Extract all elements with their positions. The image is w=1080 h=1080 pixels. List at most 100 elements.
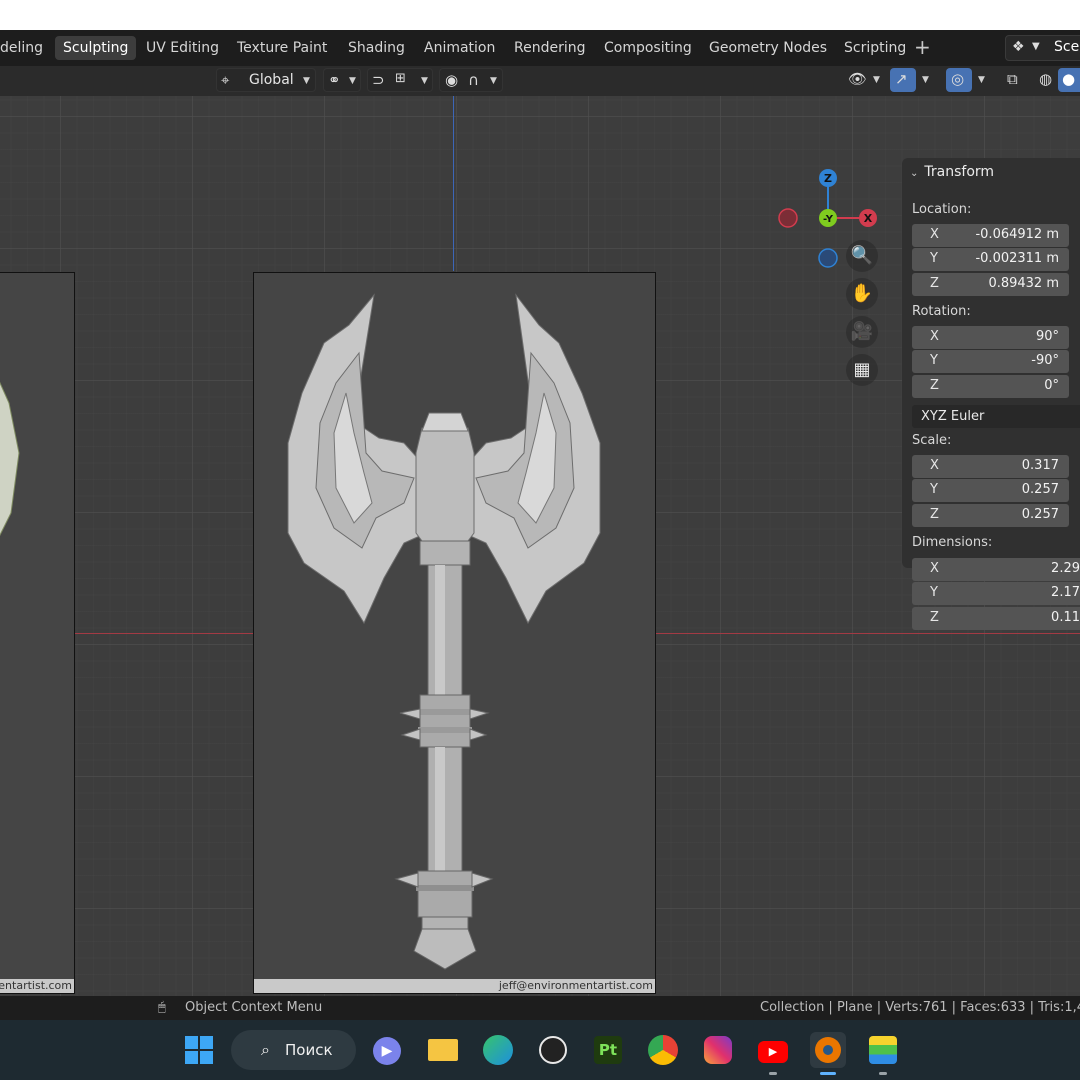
visibility-dropdown[interactable]: 👁 ▼ (845, 68, 885, 92)
solid-shading-button[interactable]: ● (1058, 68, 1080, 92)
falloff-curve-icon[interactable]: ∩ (468, 71, 479, 89)
blender-window: deling Sculpting UV Editing Texture Pain… (0, 30, 1080, 1080)
dimensions-label: Dimensions: (912, 535, 993, 550)
snap-magnet-icon[interactable]: ⊃ (372, 71, 385, 89)
scale-y-field[interactable]: Y 0.257 (912, 479, 1069, 502)
transform-title: Transform (924, 164, 995, 180)
location-x-field[interactable]: X -0.064912 m (912, 224, 1069, 247)
axis-label: X (930, 329, 939, 344)
windows-start-icon[interactable] (181, 1032, 217, 1068)
tab-modeling[interactable]: deling (0, 36, 51, 60)
status-hint: Object Context Menu (185, 1000, 323, 1015)
xray-icon: ⧉ (1007, 70, 1018, 88)
axis-label: Z (930, 507, 939, 522)
eye-icon: 👁 (848, 70, 868, 88)
search-icon: ⌕ (261, 1040, 270, 1059)
pan-hand-icon[interactable]: ✋ (846, 278, 878, 310)
watermark-left: entartist.com (0, 979, 74, 993)
pivot-point-dropdown[interactable]: ⚭ ▼ (323, 68, 361, 92)
xray-toggle-button[interactable]: ⧉ (1002, 68, 1028, 92)
reference-image-plane-main[interactable]: jeff@environmentartist.com (253, 272, 656, 994)
file-explorer-icon[interactable] (425, 1032, 461, 1068)
orientation-icon: ⌖ (221, 71, 230, 89)
dimensions-z-value: 0.11 (1051, 610, 1080, 625)
3d-viewport[interactable]: entartist.com jeff@environmentartist.com… (0, 96, 1080, 996)
location-y-field[interactable]: Y -0.002311 m (912, 248, 1069, 271)
scale-z-field[interactable]: Z 0.257 (912, 504, 1069, 527)
gizmo-y-label: -Y (823, 214, 834, 225)
wireframe-sphere-icon: ◍ (1039, 70, 1053, 88)
location-z-field[interactable]: Z 0.89432 m (912, 273, 1069, 296)
scene-icon: ❖ (1012, 39, 1025, 55)
overlays-options-chevron[interactable]: ▼ (978, 75, 985, 85)
photoshop-icon[interactable]: Pt (590, 1032, 626, 1068)
axis-label: Y (930, 482, 938, 497)
mouse-right-icon: 🖱 (158, 1000, 166, 1015)
location-y-value: -0.002311 m (975, 251, 1059, 266)
add-workspace-button[interactable]: + (914, 35, 931, 59)
wireframe-shading-button[interactable]: ◍ (1034, 68, 1060, 92)
gizmo-icon: ↗ (895, 70, 908, 88)
bluestacks-running-indicator (879, 1072, 887, 1075)
tab-shading[interactable]: Shading (340, 36, 413, 60)
obs-studio-icon[interactable] (535, 1032, 571, 1068)
blender-icon[interactable] (810, 1032, 846, 1068)
pivot-icon: ⚭ (328, 71, 341, 89)
rotation-z-value: 0° (1044, 378, 1059, 393)
rotation-y-field[interactable]: Y -90° (912, 350, 1069, 373)
snapping-group[interactable]: ⊃ ⊞ ▼ (367, 68, 433, 92)
transform-sidebar: ⌄ Transform Location: X -0.064912 m Y -0.00… (902, 158, 1080, 568)
transform-panel-header[interactable]: ⌄ Transform (910, 164, 994, 180)
location-x-value: -0.064912 m (975, 227, 1059, 242)
tab-geometry-nodes[interactable]: Geometry Nodes (701, 36, 835, 60)
axis-label: Y (930, 585, 938, 600)
tab-rendering[interactable]: Rendering (506, 36, 594, 60)
youtube-icon[interactable]: ▶ (755, 1032, 791, 1068)
scene-selector[interactable]: ❖ ▼ Scen (1005, 35, 1080, 61)
zoom-icon[interactable]: 🔍 (846, 240, 878, 272)
tab-texture-paint[interactable]: Texture Paint (229, 36, 335, 60)
camera-view-icon[interactable]: 🎥 (846, 316, 878, 348)
dimensions-y-field[interactable]: Y 2.17 (912, 582, 1080, 605)
gizmo-options-chevron[interactable]: ▼ (922, 75, 929, 85)
rotation-z-field[interactable]: Z 0° (912, 375, 1069, 398)
z-axis-line (453, 96, 454, 271)
windows-taskbar: ⌕ Поиск ▶ Pt ▶ (0, 1020, 1080, 1080)
axis-label: X (930, 227, 939, 242)
dimensions-x-field[interactable]: X 2.29 (912, 558, 1080, 581)
tab-scripting[interactable]: Scripting (836, 36, 914, 60)
blender-active-indicator (820, 1072, 836, 1075)
status-bar: 🖱 Object Context Menu Collection | Plane… (0, 996, 1080, 1020)
overlays-toggle-button[interactable]: ◎ (946, 68, 972, 92)
edge-browser-icon[interactable] (480, 1032, 516, 1068)
scale-x-field[interactable]: X 0.317 (912, 455, 1069, 478)
bluestacks-icon[interactable] (865, 1032, 901, 1068)
ortho-grid-icon[interactable]: ▦ (846, 354, 878, 386)
snap-increment-icon[interactable]: ⊞ (395, 71, 406, 86)
proportional-editing-icon[interactable]: ◉ (445, 71, 458, 89)
tab-uv-editing[interactable]: UV Editing (138, 36, 227, 60)
battle-axe-model (287, 293, 601, 970)
tab-sculpting[interactable]: Sculpting (55, 36, 137, 60)
transform-orientation-dropdown[interactable]: ⌖ Global ▼ (216, 68, 316, 92)
axis-label: Y (930, 251, 938, 266)
chevron-down-icon: ▼ (303, 76, 310, 86)
instagram-icon[interactable] (700, 1032, 736, 1068)
solid-sphere-icon: ● (1062, 70, 1076, 88)
rotation-mode-dropdown[interactable]: XYZ Euler (912, 405, 1080, 428)
reference-image-plane-left[interactable]: entartist.com (0, 272, 75, 994)
tab-compositing[interactable]: Compositing (596, 36, 700, 60)
chrome-icon[interactable] (645, 1032, 681, 1068)
youtube-running-indicator (769, 1072, 777, 1075)
axis-label: X (930, 458, 939, 473)
teams-chat-icon[interactable]: ▶ (369, 1032, 405, 1068)
dimensions-z-field[interactable]: Z 0.11 (912, 607, 1080, 630)
proportional-editing-group[interactable]: ◉ ∩ ▼ (439, 68, 503, 92)
rotation-y-value: -90° (1031, 353, 1059, 368)
rotation-x-field[interactable]: X 90° (912, 326, 1069, 349)
scene-statistics: Collection | Plane | Verts:761 | Faces:6… (760, 1000, 1080, 1015)
tab-animation[interactable]: Animation (416, 36, 503, 60)
partial-axe-head-left (0, 381, 20, 537)
taskbar-search[interactable]: ⌕ Поиск (231, 1030, 356, 1070)
gizmo-toggle-button[interactable]: ↗ (890, 68, 916, 92)
